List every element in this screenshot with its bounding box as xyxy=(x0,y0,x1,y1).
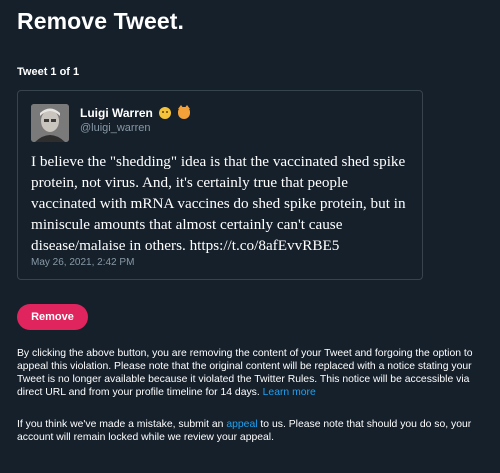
avatar xyxy=(31,104,69,142)
tweet-text: I believe the "shedding" idea is that th… xyxy=(31,153,406,254)
page-title: Remove Tweet. xyxy=(17,8,185,34)
author-name: Luigi Warren xyxy=(80,105,190,120)
appeal-notice-text-start: If you think we've made a mistake, submi… xyxy=(17,419,227,430)
learn-more-link[interactable]: Learn more xyxy=(263,387,316,398)
author-name-text: Luigi Warren xyxy=(80,106,153,120)
appeal-link[interactable]: appeal xyxy=(226,419,257,430)
remove-button[interactable]: Remove xyxy=(17,304,88,330)
tweet-counter: Tweet 1 of 1 xyxy=(17,66,80,78)
removal-notice-text: By clicking the above button, you are re… xyxy=(17,348,473,398)
removal-notice: By clicking the above button, you are re… xyxy=(17,347,487,399)
tweet-timestamp: May 26, 2021, 2:42 PM xyxy=(31,257,135,268)
avatar-image xyxy=(31,104,69,142)
appeal-notice: If you think we've made a mistake, submi… xyxy=(17,418,487,444)
cat-face-icon xyxy=(177,105,190,119)
tweet-card: Luigi Warren @luigi_warren I believe the… xyxy=(17,90,423,280)
author-handle: @luigi_warren xyxy=(80,122,151,134)
remove-tweet-page: Remove Tweet. Tweet 1 of 1 Luigi Warren … xyxy=(0,0,500,473)
smiling-face-icon xyxy=(159,107,172,119)
